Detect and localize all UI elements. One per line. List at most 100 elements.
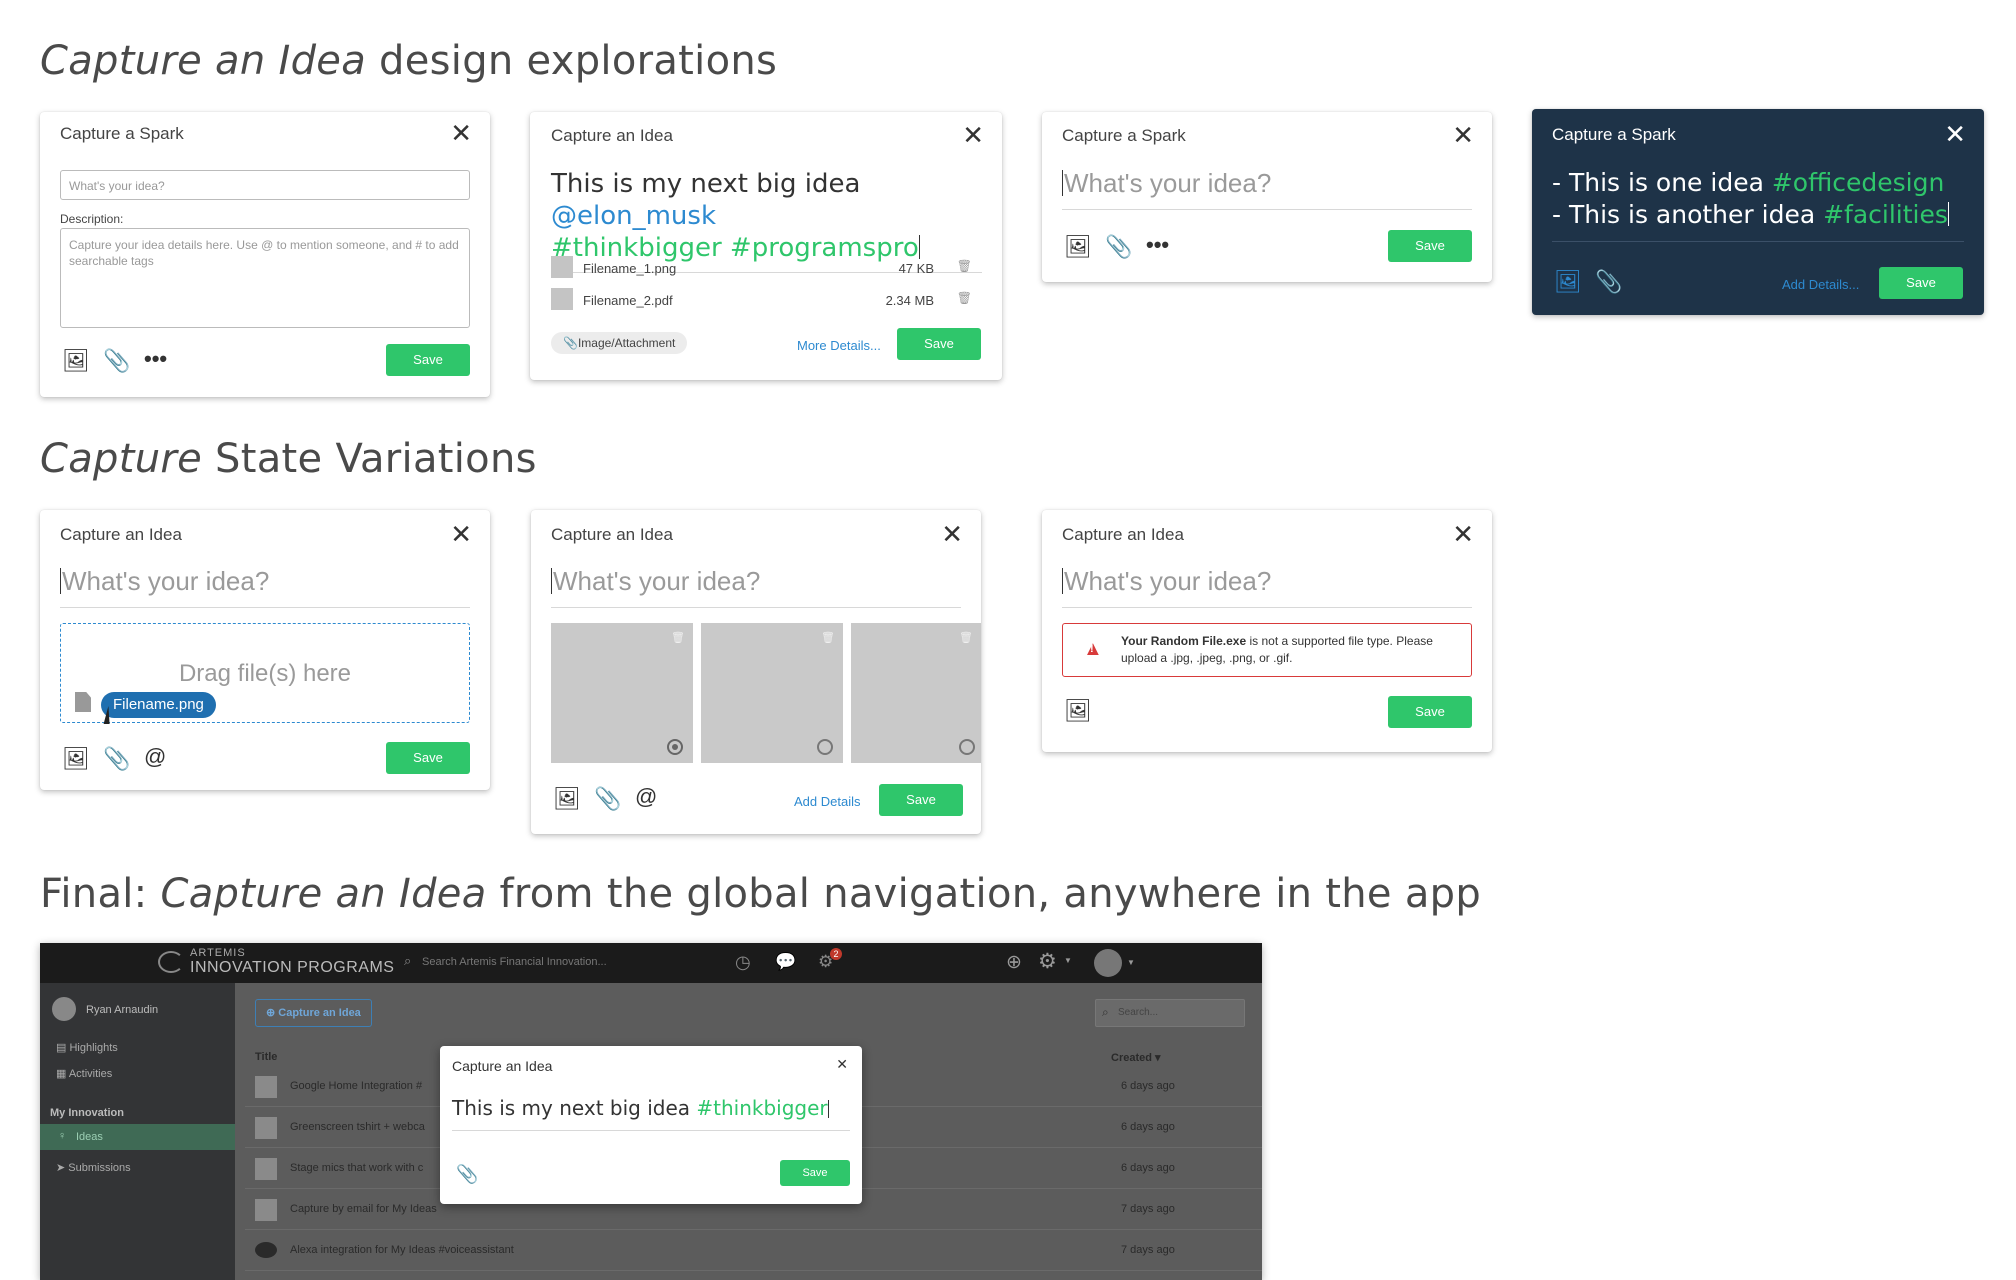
list-search-placeholder: Search... — [1118, 1007, 1159, 1018]
settings-gear-icon[interactable]: ⚙ — [1038, 949, 1057, 974]
trash-icon[interactable]: 🗑 — [959, 631, 973, 644]
send-icon: ➤ — [56, 1162, 69, 1174]
capture-idea-button[interactable]: ⊕ Capture an Idea — [255, 999, 372, 1027]
file-icon — [75, 692, 91, 712]
sidebar-item-label: Submissions — [68, 1162, 131, 1174]
attachment-icon[interactable]: 📎 — [103, 746, 130, 772]
save-button[interactable]: Save — [897, 328, 981, 360]
image-icon[interactable]: 🖼 — [553, 786, 581, 812]
list-search-input[interactable]: ⌕ Search... — [1095, 999, 1245, 1027]
close-icon[interactable]: ✕ — [836, 1056, 848, 1073]
close-icon[interactable]: ✕ — [1452, 122, 1474, 148]
dragged-file-chip[interactable]: Filename.png — [101, 692, 216, 718]
save-button[interactable]: Save — [386, 742, 470, 774]
save-button[interactable]: Save — [879, 784, 963, 816]
idea-input[interactable]: What's your idea? — [551, 566, 961, 608]
file-size: 2.34 MB — [885, 293, 934, 308]
row-thumb — [255, 1076, 277, 1098]
image-icon[interactable]: 🖼 — [62, 348, 90, 374]
more-options-icon[interactable]: ••• — [1146, 232, 1169, 258]
clock-icon[interactable]: ◷ — [735, 952, 751, 973]
save-button[interactable]: Save — [1388, 230, 1472, 262]
more-details-link[interactable]: More Details... — [797, 338, 881, 353]
table-row[interactable]: Alexa integration for My Ideas #voiceass… — [245, 1230, 1262, 1271]
idea-input[interactable]: What's your idea? — [60, 566, 470, 608]
heading-state-variations: Capture State Variations — [40, 436, 537, 482]
attachment-icon[interactable]: 📎 — [1105, 234, 1132, 260]
attachment-icon[interactable]: 📎 — [594, 786, 621, 812]
grid-icon: ▦ — [56, 1068, 69, 1080]
save-button[interactable]: Save — [780, 1160, 850, 1186]
more-options-icon[interactable]: ••• — [144, 346, 167, 372]
sidebar-section-label: My Innovation — [50, 1107, 124, 1119]
close-icon[interactable]: ✕ — [1452, 521, 1474, 547]
sidebar-item-label: Activities — [68, 1068, 113, 1080]
idea-placeholder: What's your idea? — [69, 179, 165, 193]
close-icon[interactable]: ✕ — [450, 120, 472, 146]
attachment-icon[interactable]: 📎 — [1595, 269, 1622, 295]
sidebar-item-submissions[interactable]: ➤ Submissions — [56, 1161, 131, 1174]
chat-icon[interactable]: 💬 — [775, 952, 796, 972]
select-radio[interactable] — [817, 739, 833, 755]
close-icon[interactable]: ✕ — [1944, 121, 1966, 147]
image-icon[interactable]: 🖼 — [1554, 269, 1582, 295]
image-thumbnail[interactable]: 🗑 — [551, 623, 693, 763]
save-button[interactable]: Save — [386, 344, 470, 376]
idea-input[interactable]: What's your idea? — [1062, 168, 1472, 210]
capture-idea-drag-card: Capture an Idea ✕ What's your idea? Drag… — [40, 510, 490, 790]
idea-input[interactable]: What's your idea? — [60, 170, 470, 200]
save-button[interactable]: Save — [1388, 696, 1472, 728]
sidebar-item-highlights[interactable]: ▤ Highlights — [56, 1041, 118, 1054]
capture-spark-card-1: Capture a Spark ✕ What's your idea? Desc… — [40, 112, 490, 397]
idea-text[interactable]: - This is one idea #officedesign - This … — [1552, 167, 1964, 242]
description-placeholder: Capture your idea details here. Use @ to… — [69, 238, 459, 268]
description-textarea[interactable]: Capture your idea details here. Use @ to… — [60, 228, 470, 328]
line1-plain: - This is one idea — [1552, 168, 1772, 197]
attachment-icon[interactable]: 📎 — [456, 1164, 478, 1185]
sidebar-item-ideas[interactable]: ♀ Ideas — [40, 1124, 235, 1150]
image-icon[interactable]: 🖼 — [62, 746, 90, 772]
attachment-icon[interactable]: 📎 — [103, 348, 130, 374]
image-icon[interactable]: 🖼 — [1064, 698, 1092, 724]
trash-icon[interactable]: 🗑 — [957, 259, 972, 273]
close-icon[interactable]: ✕ — [962, 122, 984, 148]
mention-icon[interactable]: @ — [635, 784, 657, 810]
user-avatar[interactable] — [1094, 949, 1122, 977]
attachment-chip[interactable]: 📎Image/Attachment — [551, 332, 688, 354]
sidebar-item-activities[interactable]: ▦ Activities — [56, 1067, 112, 1080]
heading-rest: from the global navigation, anywhere in … — [486, 871, 1482, 917]
sidebar-user-name: Ryan Arnaudin — [86, 1004, 159, 1016]
global-search[interactable]: ⌕ Search Artemis Financial Innovation... — [400, 951, 720, 975]
file-name: Filename_1.png — [583, 261, 677, 276]
lightbulb-icon: ♀ — [58, 1130, 67, 1142]
close-icon[interactable]: ✕ — [941, 521, 963, 547]
save-button[interactable]: Save — [1879, 267, 1963, 299]
image-thumbnail[interactable]: 🗑 — [851, 623, 981, 763]
add-details-link[interactable]: Add Details — [794, 794, 860, 809]
modal-text-plain: This is my next big idea — [452, 1096, 697, 1120]
heading-em: Capture an Idea — [40, 38, 367, 84]
image-icon[interactable]: 🖼 — [1064, 234, 1092, 260]
add-details-link[interactable]: Add Details... — [1782, 277, 1859, 292]
drop-text: Drag file(s) here — [178, 660, 352, 687]
idea-input[interactable]: What's your idea? — [1062, 566, 1472, 608]
select-radio[interactable] — [959, 739, 975, 755]
trash-icon[interactable]: 🗑 — [957, 291, 972, 305]
col-header-created-label: Created — [1111, 1052, 1152, 1064]
col-header-created[interactable]: Created ▾ — [1111, 1051, 1161, 1064]
trash-icon[interactable]: 🗑 — [671, 631, 685, 644]
drop-zone[interactable]: Drag file(s) here Filename.png — [60, 623, 470, 724]
trash-icon[interactable]: 🗑 — [821, 631, 835, 644]
error-message: Your Random File.exe is not a supported … — [1121, 633, 1457, 667]
col-header-title[interactable]: Title — [255, 1051, 277, 1063]
select-radio[interactable] — [667, 739, 683, 755]
image-thumbnail[interactable]: 🗑 — [701, 623, 843, 763]
capture-idea-error-card: Capture an Idea ✕ What's your idea? ▲ ! … — [1042, 510, 1492, 752]
idea-placeholder: What's your idea? — [1064, 168, 1272, 198]
mention-icon[interactable]: @ — [144, 744, 166, 770]
modal-idea-text[interactable]: This is my next big idea #thinkbigger — [452, 1096, 850, 1131]
search-placeholder: Search Artemis Financial Innovation... — [422, 956, 607, 968]
heading-rest: State Variations — [202, 436, 537, 482]
add-icon[interactable]: ⊕ — [1006, 951, 1022, 974]
close-icon[interactable]: ✕ — [450, 521, 472, 547]
